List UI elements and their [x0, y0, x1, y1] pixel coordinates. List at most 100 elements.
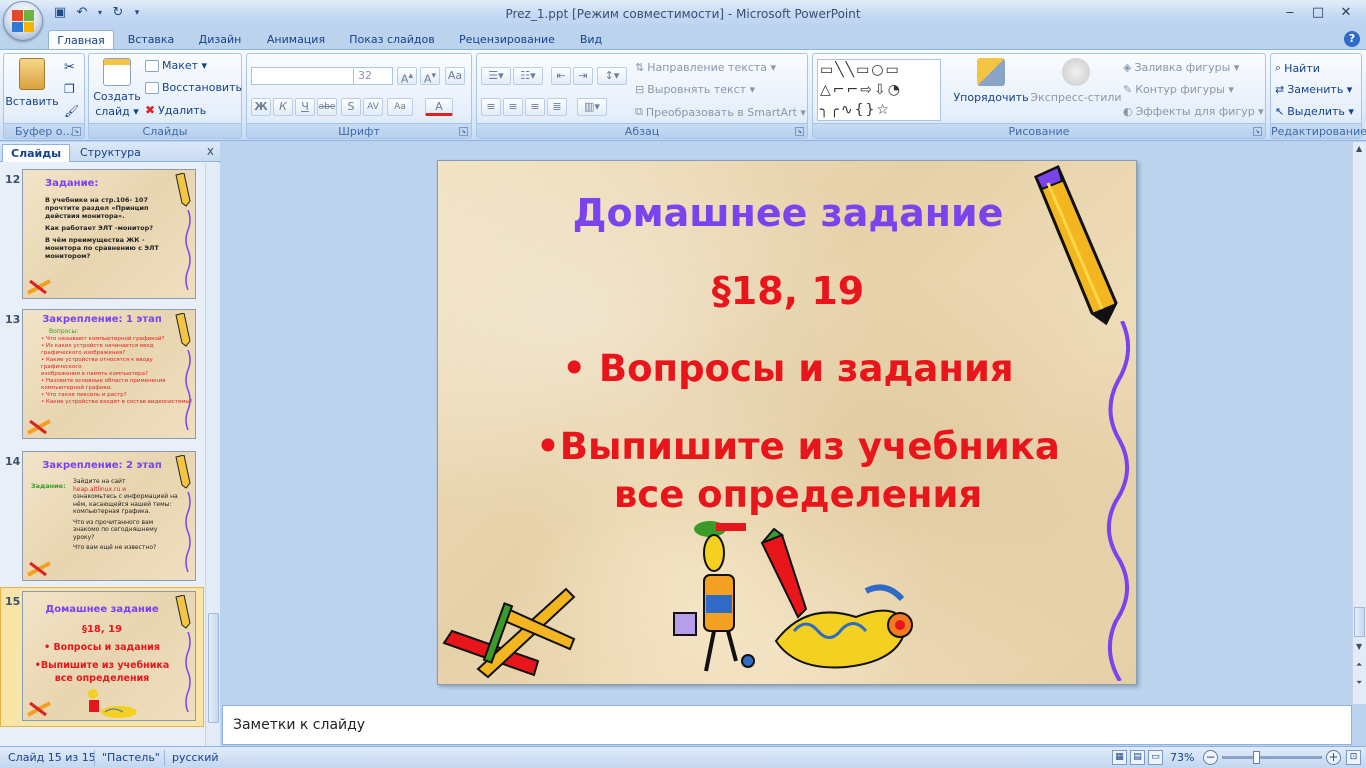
paste-button[interactable]: Вставить	[5, 58, 59, 108]
numbering-button[interactable]: ☷▾	[513, 67, 543, 85]
shape-outline-button[interactable]: ✎ Контур фигуры ▾	[1123, 83, 1234, 96]
shape-effects-button[interactable]: ◐ Эффекты для фигур ▾	[1123, 105, 1264, 118]
tab-design[interactable]: Дизайн	[193, 30, 247, 50]
shadow-button[interactable]: S	[341, 98, 361, 116]
slideshow-view-icon[interactable]: ▭	[1148, 750, 1163, 765]
bold-button[interactable]: Ж	[251, 98, 271, 116]
office-logo-icon	[12, 10, 34, 32]
tab-view[interactable]: Вид	[574, 30, 608, 50]
pane-close-icon[interactable]: x	[207, 144, 214, 158]
delete-slide-button[interactable]: ✖ Удалить	[145, 103, 206, 117]
decrease-indent-button[interactable]: ⇤	[551, 67, 571, 85]
fit-to-window-icon[interactable]: ⊡	[1346, 750, 1361, 765]
tab-insert[interactable]: Вставка	[122, 30, 180, 50]
italic-button[interactable]: К	[273, 98, 293, 116]
thumbnail-title: Закрепление: 2 этап	[42, 460, 162, 471]
shapes-gallery[interactable]: ▭╲╲▭○▭ △⌐⌐⇨⇩◔ ╮╭∿{}☆	[817, 59, 941, 121]
close-button[interactable]: ✕	[1332, 3, 1360, 23]
thumbnail-slide-13[interactable]: Закрепление: 1 этап Вопросы: • Что назыв…	[22, 309, 196, 439]
clipboard-launcher-icon[interactable]: ↘	[72, 127, 81, 136]
clear-format-button[interactable]: Aa	[445, 67, 465, 85]
slide-bullet-definitions[interactable]: •Выпишите из учебника все определения	[518, 423, 1078, 519]
scrollbar-thumb[interactable]	[208, 613, 219, 723]
char-spacing-button[interactable]: AV	[363, 98, 383, 116]
align-text-button[interactable]: ⊟ Выровнять текст ▾	[635, 83, 755, 96]
font-name-combo[interactable]	[251, 67, 355, 85]
bullets-button[interactable]: ☰▾	[481, 67, 511, 85]
normal-view-icon[interactable]: ▦	[1112, 750, 1127, 765]
tab-slideshow[interactable]: Показ слайдов	[344, 30, 440, 50]
thumbnail-line: §18, 19	[81, 624, 123, 635]
zoom-slider[interactable]	[1222, 751, 1322, 764]
zoom-level[interactable]: 73%	[1170, 751, 1194, 764]
minimize-button[interactable]: ‒	[1276, 3, 1304, 23]
quick-styles-button[interactable]: Экспресс-стили	[1030, 58, 1122, 104]
scroll-up-icon[interactable]: ▲	[1356, 144, 1362, 153]
align-center-button[interactable]: ≡	[503, 98, 523, 116]
grow-font-button[interactable]: A▴	[397, 67, 417, 86]
paragraph-launcher-icon[interactable]: ↘	[795, 127, 804, 136]
change-case-button[interactable]: Aa	[387, 98, 413, 116]
notes-pane[interactable]: Заметки к слайду	[222, 705, 1352, 745]
font-group-label: Шрифт	[247, 123, 471, 138]
align-text-icon: ⊟	[635, 83, 645, 96]
copy-button[interactable]: ❐	[64, 82, 75, 96]
status-bar: Слайд 15 из 15 "Пастель" русский ▦ ▤ ▭ 7…	[0, 746, 1366, 768]
thumbnail-slide-15[interactable]: Домашнее задание §18, 19 • Вопросы и зад…	[22, 591, 196, 721]
shape-fill-button[interactable]: ◈ Заливка фигуры ▾	[1123, 61, 1239, 74]
next-slide-icon[interactable]: ⏷	[1356, 678, 1362, 688]
tab-animation[interactable]: Анимация	[260, 30, 332, 50]
previous-slide-icon[interactable]: ⏶	[1356, 660, 1362, 670]
help-icon[interactable]: ?	[1344, 31, 1360, 47]
tab-outline[interactable]: Структура	[72, 144, 149, 162]
align-right-button[interactable]: ≡	[525, 98, 545, 116]
thumbnail-slide-12[interactable]: Задание: В учебнике на стр.106- 107 прочт…	[22, 169, 196, 299]
justify-button[interactable]: ≣	[547, 98, 567, 116]
columns-button[interactable]: ▥▾	[577, 98, 607, 116]
new-slide-button[interactable]: Создать слайд ▾	[93, 58, 141, 118]
font-size-combo[interactable]: 32	[353, 67, 393, 85]
tab-slides[interactable]: Слайды	[2, 144, 71, 162]
text-direction-icon: ⇅	[635, 61, 645, 74]
text-direction-button[interactable]: ⇅ Направление текста ▾	[635, 61, 776, 74]
font-color-button[interactable]: A	[425, 98, 453, 116]
shrink-font-button[interactable]: A▾	[420, 67, 440, 86]
layout-icon	[145, 59, 159, 72]
drawing-group-label: Рисование	[813, 123, 1265, 138]
reset-button[interactable]: Восстановить	[145, 81, 242, 94]
thumbnail-line: все определения	[54, 673, 150, 684]
select-button[interactable]: ↖ Выделить ▾	[1275, 105, 1354, 118]
maximize-button[interactable]: □	[1304, 3, 1332, 23]
line-spacing-button[interactable]: ↕▾	[597, 67, 627, 85]
scissors-icon: ✂	[64, 60, 75, 75]
language-indicator[interactable]: русский	[172, 751, 219, 764]
slide-scrollbar[interactable]: ▲ ▼ ⏶ ⏷	[1352, 142, 1366, 704]
thumbnail-slide-14[interactable]: Закрепление: 2 этап Задание: Зайдите на …	[22, 451, 196, 581]
layout-button[interactable]: Макет ▾	[145, 59, 207, 72]
slide-canvas[interactable]: Домашнее задание §18, 19 • Вопросы и зад…	[437, 160, 1137, 685]
font-group: 32 A▴ A▾ Aa Ж К Ч abe S AV Aa A Шрифт ↘	[246, 53, 472, 139]
slides-pane-scrollbar[interactable]	[205, 163, 220, 747]
find-button[interactable]: ⌕ Найти	[1275, 61, 1320, 75]
office-button[interactable]	[3, 1, 43, 41]
smartart-button[interactable]: ⧉ Преобразовать в SmartArt ▾	[635, 105, 806, 119]
arrange-button[interactable]: Упорядочить	[953, 58, 1029, 104]
slide-sorter-icon[interactable]: ▤	[1130, 750, 1145, 765]
drawing-launcher-icon[interactable]: ↘	[1253, 127, 1262, 136]
font-launcher-icon[interactable]: ↘	[459, 127, 468, 136]
format-painter-button[interactable]: 🖌	[64, 104, 79, 118]
underline-button[interactable]: Ч	[295, 98, 315, 116]
strikethrough-button[interactable]: abe	[317, 98, 337, 116]
scrollbar-thumb[interactable]	[1354, 607, 1365, 637]
cut-button[interactable]: ✂	[64, 60, 75, 75]
increase-indent-button[interactable]: ⇥	[573, 67, 593, 85]
tab-review[interactable]: Рецензирование	[452, 30, 562, 50]
zoom-in-icon[interactable]: +	[1326, 750, 1341, 765]
replace-button[interactable]: ⇄ Заменить ▾	[1275, 83, 1352, 96]
scroll-down-icon[interactable]: ▼	[1356, 642, 1362, 651]
tab-home[interactable]: Главная	[48, 30, 114, 50]
zoom-slider-knob[interactable]	[1253, 751, 1260, 764]
slide-bullet-questions[interactable]: • Вопросы и задания	[438, 347, 1136, 390]
zoom-out-icon[interactable]: −	[1203, 750, 1218, 765]
align-left-button[interactable]: ≡	[481, 98, 501, 116]
